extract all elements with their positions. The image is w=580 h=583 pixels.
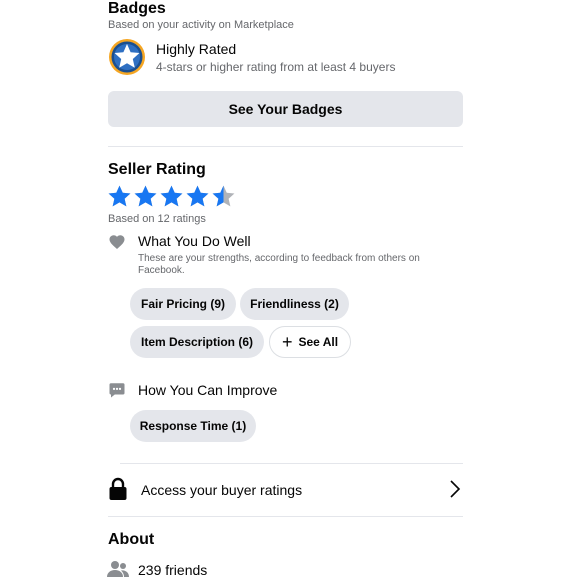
ratings-count: Based on 12 ratings — [108, 213, 206, 225]
how-you-can-improve-title: How You Can Improve — [138, 382, 278, 398]
chip-response-time[interactable]: Response Time (1) — [130, 410, 256, 442]
chip-friendliness[interactable]: Friendliness (2) — [240, 288, 349, 320]
highly-rated-badge-icon — [108, 38, 146, 76]
see-your-badges-button[interactable]: See Your Badges — [108, 91, 463, 127]
star-icon — [186, 185, 209, 207]
lock-icon — [108, 477, 128, 501]
divider — [108, 516, 463, 517]
chip-item-description[interactable]: Item Description (6) — [130, 326, 264, 358]
star-icon — [134, 185, 157, 207]
speech-bubble-icon — [108, 381, 126, 399]
badge-description: 4-stars or higher rating from at least 4… — [156, 60, 396, 74]
what-you-do-well-title: What You Do Well — [138, 233, 251, 249]
see-all-label: See All — [298, 335, 339, 349]
buyer-ratings-row[interactable]: Access your buyer ratings — [108, 472, 463, 506]
star-icon — [108, 185, 131, 207]
divider — [120, 463, 463, 464]
friends-count: 239 friends — [138, 562, 208, 578]
chevron-right-icon — [448, 479, 462, 499]
badge-title: Highly Rated — [156, 41, 237, 57]
divider — [108, 146, 463, 147]
heart-icon — [108, 233, 126, 251]
badges-title: Badges — [108, 0, 166, 17]
what-you-do-well-description: These are your strengths, according to f… — [138, 253, 420, 276]
see-all-button[interactable]: + See All — [269, 326, 351, 358]
star-rating — [107, 184, 237, 210]
seller-rating-title: Seller Rating — [108, 161, 206, 178]
star-icon — [212, 185, 235, 207]
friends-icon — [107, 560, 129, 578]
about-title: About — [108, 531, 155, 548]
star-icon — [160, 185, 183, 207]
badges-subtitle: Based on your activity on Marketplace — [108, 19, 294, 31]
chip-fair-pricing[interactable]: Fair Pricing (9) — [130, 288, 236, 320]
plus-icon: + — [281, 332, 293, 352]
buyer-ratings-label: Access your buyer ratings — [141, 482, 303, 498]
